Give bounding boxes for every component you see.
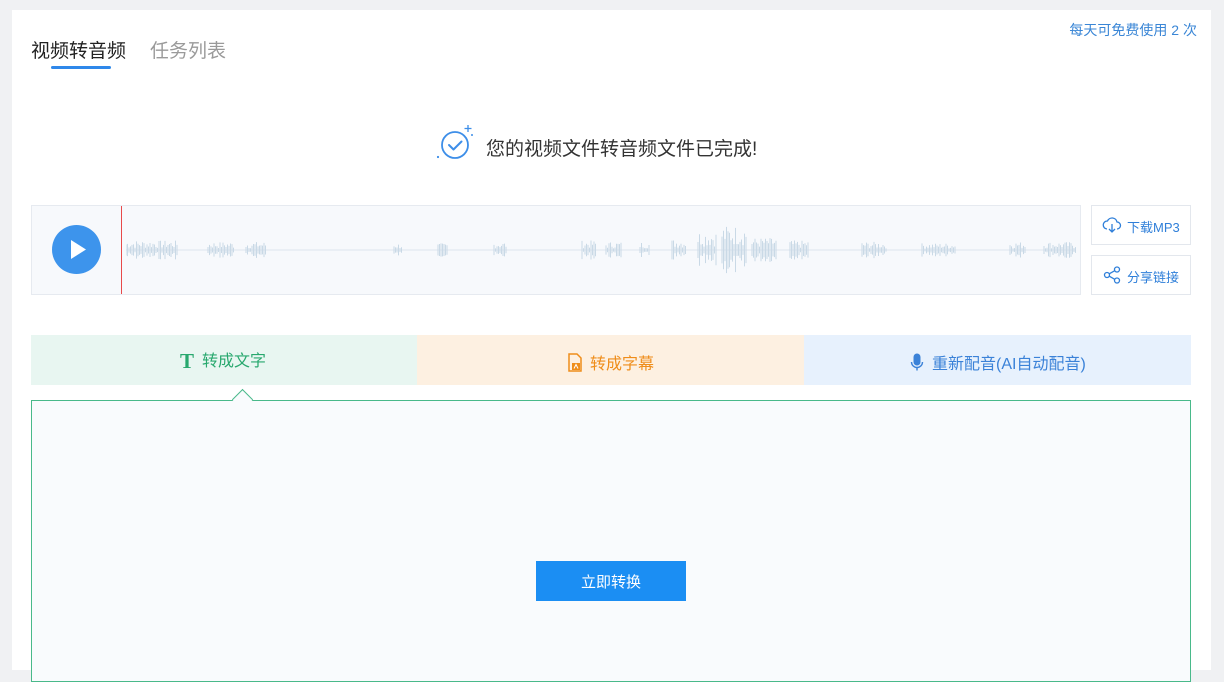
success-message: 您的视频文件转音频文件已完成! (486, 139, 758, 160)
main-card: 视频转音频 任务列表 每天可免费使用 2 次 您的视频文件转音频文件已完成! 下… (12, 10, 1211, 682)
share-icon (1103, 266, 1121, 284)
tab-to-text-label: 转成文字 (202, 353, 267, 370)
tab-to-text[interactable]: T 转成文字 (31, 335, 417, 385)
tab-to-subtitle[interactable]: 转成字幕 (417, 335, 804, 385)
download-label: 下载MP3 (1127, 220, 1180, 235)
cloud-download-icon (1102, 217, 1122, 233)
tab-to-subtitle-label: 转成字幕 (590, 356, 655, 373)
play-icon (71, 240, 86, 259)
audio-waveform[interactable] (126, 206, 1076, 294)
share-link-button[interactable]: 分享链接 (1091, 255, 1191, 295)
microphone-icon (910, 353, 924, 371)
download-mp3-button[interactable]: 下载MP3 (1091, 205, 1191, 245)
active-tab-caret (231, 388, 254, 411)
function-tabs: T 转成文字 转成字幕 重新配音(AI自动配音) (31, 335, 1191, 385)
share-label: 分享链接 (1127, 270, 1180, 285)
free-quota-text: 每天可免费使用 2 次 (1069, 22, 1197, 38)
subtitle-file-icon (568, 353, 582, 372)
play-button[interactable] (52, 225, 101, 274)
tab-task-list[interactable]: 任务列表 (150, 36, 226, 63)
tab-redub-label: 重新配音(AI自动配音) (932, 356, 1086, 373)
convert-now-button[interactable]: 立即转换 (536, 561, 686, 601)
audio-player (31, 205, 1081, 295)
success-check-icon (436, 125, 473, 159)
text-t-icon: T (180, 349, 195, 373)
playhead[interactable] (121, 206, 122, 294)
tab-video-to-audio[interactable]: 视频转音频 (31, 36, 126, 63)
tab-redub[interactable]: 重新配音(AI自动配音) (804, 335, 1191, 385)
active-tab-underline (51, 66, 111, 69)
conversion-panel: 立即转换 (31, 388, 1191, 682)
